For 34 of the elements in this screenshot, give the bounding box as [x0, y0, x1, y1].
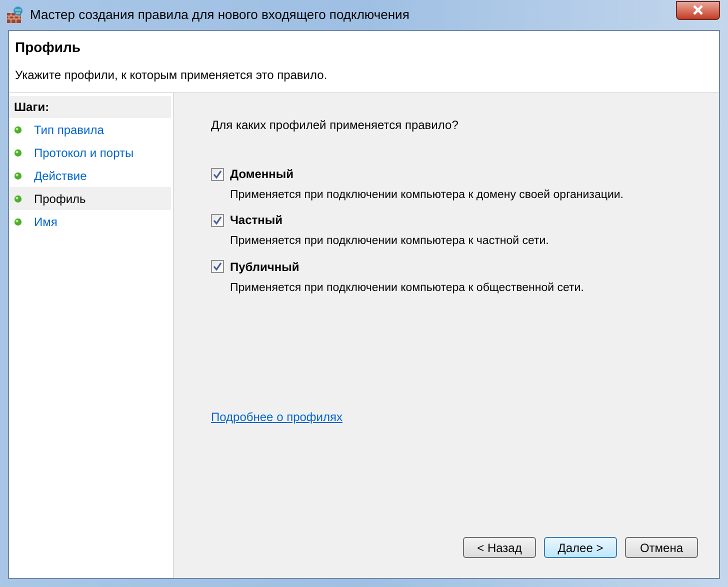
step-item[interactable]: Действие	[9, 164, 171, 187]
page-title: Профиль	[15, 38, 82, 57]
status-dot-icon	[14, 218, 22, 226]
check-icon	[213, 170, 222, 178]
checkbox-label: Доменный	[230, 166, 294, 183]
page-subtitle: Укажите профили, к которым применяется это правило.	[15, 67, 328, 84]
checkbox-label: Публичный	[230, 258, 300, 276]
check-icon	[213, 262, 222, 271]
dialog-button[interactable]: Далее >	[544, 537, 617, 558]
step-item[interactable]: Имя	[9, 210, 171, 233]
step-item[interactable]: Профиль	[9, 187, 171, 210]
close-icon	[692, 5, 704, 15]
dialog-button[interactable]: < Назад	[463, 537, 536, 558]
status-dot-icon	[14, 172, 22, 180]
steps-title: Шаги:	[9, 96, 171, 118]
check-icon	[213, 216, 222, 225]
firewall-icon	[6, 6, 24, 24]
step-item[interactable]: Тип правила	[9, 118, 171, 141]
dialog-button[interactable]: Отмена	[625, 537, 698, 558]
profile-description: Применяется при подключении компьютера к общественной сети.	[230, 280, 585, 296]
window-title: Мастер создания правила для нового входящего подключения	[30, 6, 410, 24]
profile-description: Применяется при подключении компьютера к частной сети.	[230, 234, 550, 250]
close-button[interactable]	[676, 0, 720, 20]
checkbox-label: Частный	[230, 212, 283, 230]
checkbox[interactable]	[211, 168, 224, 180]
status-dot-icon	[14, 148, 22, 156]
step-item[interactable]: Протокол и порты	[9, 141, 171, 164]
status-dot-icon	[14, 194, 22, 202]
profile-description: Применяется при подключении компьютера к домену своей организации.	[230, 188, 624, 203]
more-info-link[interactable]: Подробнее о профилях	[211, 408, 342, 426]
checkbox[interactable]	[211, 260, 224, 273]
question-text: Для каких профилей применяется правило?	[211, 117, 460, 134]
status-dot-icon	[14, 126, 22, 134]
checkbox[interactable]	[211, 214, 224, 227]
